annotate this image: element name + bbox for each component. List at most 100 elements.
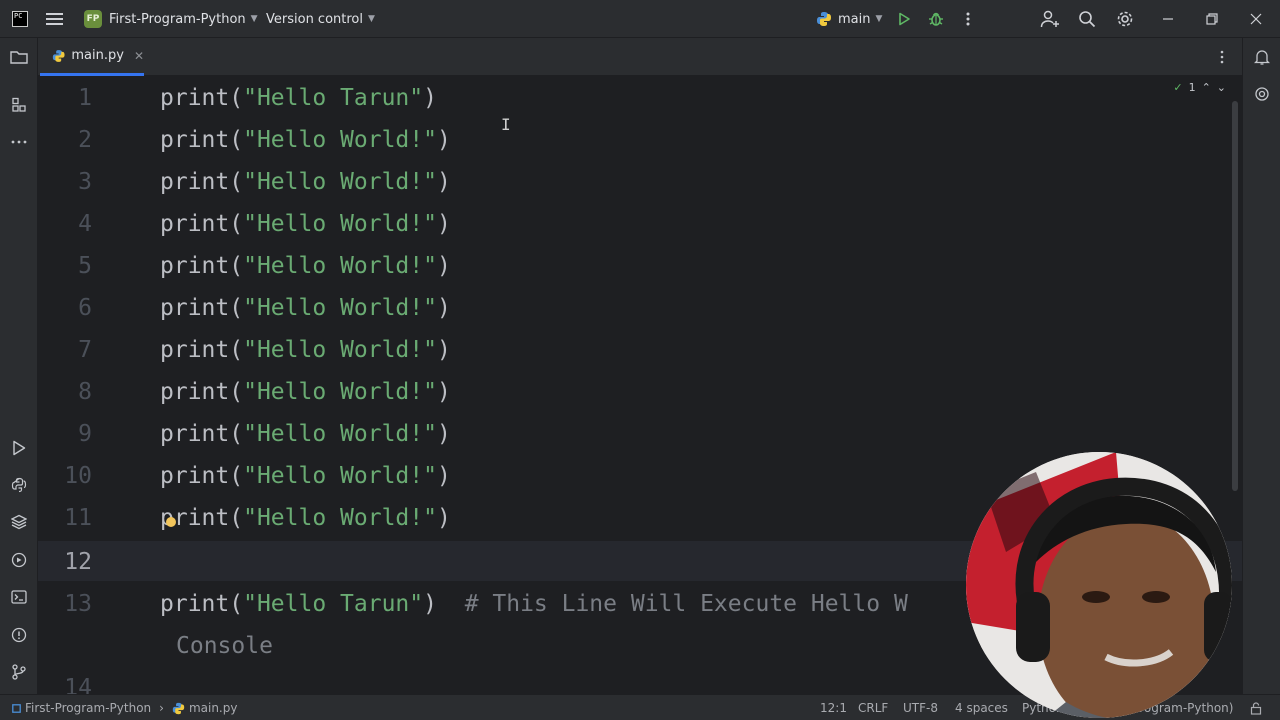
paren-close: ): [423, 591, 437, 617]
line-separator[interactable]: CRLF: [858, 695, 888, 720]
file-encoding[interactable]: UTF-8: [903, 695, 938, 720]
code-line[interactable]: 1 print("Hello Tarun"): [38, 77, 1242, 119]
code-line[interactable]: 6 print("Hello World!"): [38, 287, 1242, 329]
function-token: print: [160, 127, 230, 153]
terminal-icon[interactable]: [0, 582, 38, 612]
lock-icon[interactable]: [1250, 695, 1262, 720]
paren-close: ): [436, 337, 451, 363]
title-bar: PC FP First-Program-Python ▼ Version con…: [0, 0, 1280, 38]
paren-close: ): [436, 253, 451, 279]
python-file-icon: [52, 49, 65, 62]
python-console-icon[interactable]: [0, 470, 38, 500]
git-icon[interactable]: [0, 657, 38, 687]
problems-icon[interactable]: [0, 620, 38, 650]
paren-open: (: [229, 211, 244, 237]
code-line[interactable]: 7 print("Hello World!"): [38, 329, 1242, 371]
code-line[interactable]: 5 print("Hello World!"): [38, 245, 1242, 287]
paren-open: (: [229, 295, 244, 321]
project-name: First-Program-Python: [109, 11, 246, 27]
mouse-cursor-icon: I: [501, 115, 511, 134]
paren-close: ): [436, 463, 451, 489]
paren-open: (: [229, 127, 244, 153]
more-actions-icon[interactable]: [962, 0, 974, 38]
paren-open: (: [229, 591, 244, 617]
app-logo-icon[interactable]: PC: [12, 0, 28, 38]
version-control-menu[interactable]: Version control ▼: [266, 0, 375, 38]
tab-main-py[interactable]: main.py ✕: [40, 38, 144, 76]
code-text: print("Hello World!"): [160, 497, 451, 539]
add-user-icon[interactable]: [1040, 0, 1060, 38]
project-selector[interactable]: FP First-Program-Python ▼: [84, 0, 258, 38]
string-token: "Hello World!": [243, 463, 437, 489]
function-token: print: [160, 463, 230, 489]
code-line[interactable]: 9 print("Hello World!"): [38, 413, 1242, 455]
code-text: Console: [176, 625, 273, 667]
line-number: 10: [64, 463, 92, 489]
comment-token: Console: [176, 633, 273, 659]
code-line[interactable]: 3 print("Hello World!"): [38, 161, 1242, 203]
code-text: print("Hello World!"): [160, 455, 451, 497]
code-line[interactable]: 4 print("Hello World!"): [38, 203, 1242, 245]
run-tool-icon[interactable]: [0, 433, 38, 463]
function-token: print: [160, 169, 230, 195]
notifications-icon[interactable]: [1243, 42, 1280, 72]
tab-options-icon[interactable]: [1212, 38, 1232, 76]
code-text: print("Hello World!"): [160, 161, 451, 203]
paren-close: ): [436, 421, 451, 447]
paren-close: ): [436, 505, 451, 531]
string-token: "Hello World!": [243, 211, 437, 237]
line-number: 3: [78, 169, 92, 195]
version-control-label: Version control: [266, 11, 363, 27]
line-number: 6: [78, 295, 92, 321]
folder-icon[interactable]: [0, 42, 38, 72]
run-configuration-selector[interactable]: main ▼: [816, 0, 882, 38]
lightbulb-icon[interactable]: [166, 517, 176, 527]
close-icon[interactable]: [1250, 0, 1262, 38]
chevron-down-icon: ▼: [875, 14, 883, 24]
services-icon[interactable]: [0, 545, 38, 575]
breadcrumb: First-Program-Python › main.py: [12, 695, 237, 720]
code-text: print("Hello World!"): [160, 413, 451, 455]
main-menu-icon[interactable]: [46, 0, 64, 38]
more-tools-icon[interactable]: [0, 127, 38, 157]
line-number: 5: [78, 253, 92, 279]
close-tab-icon[interactable]: ✕: [134, 49, 144, 63]
vertical-scrollbar[interactable]: [1232, 101, 1238, 491]
debug-button[interactable]: [928, 0, 944, 38]
function-token: print: [160, 421, 230, 447]
line-number: 8: [78, 379, 92, 405]
caret-position[interactable]: 12:1: [820, 695, 847, 720]
line-number: 2: [78, 127, 92, 153]
paren-close: ): [436, 295, 451, 321]
ai-assistant-icon[interactable]: [1243, 79, 1280, 109]
code-line[interactable]: 8 print("Hello World!"): [38, 371, 1242, 413]
string-token: "Hello World!": [243, 421, 437, 447]
code-text: print("Hello World!"): [160, 203, 451, 245]
gear-icon[interactable]: [1116, 0, 1134, 38]
paren-close: ): [436, 169, 451, 195]
code-line[interactable]: 2 print("Hello World!"): [38, 119, 1242, 161]
breadcrumb-file[interactable]: main.py: [189, 701, 238, 715]
line-number: 7: [78, 337, 92, 363]
search-icon[interactable]: [1078, 0, 1096, 38]
structure-icon[interactable]: [0, 90, 38, 120]
breadcrumb-project[interactable]: First-Program-Python: [25, 701, 151, 715]
string-token: "Hello World!": [243, 169, 437, 195]
webcam-overlay: [966, 452, 1232, 718]
string-token: "Hello Tarun": [243, 591, 424, 617]
paren-open: (: [229, 505, 244, 531]
indent-setting[interactable]: 4 spaces: [955, 695, 1008, 720]
function-token: print: [160, 591, 230, 617]
line-number: 12: [64, 549, 92, 575]
layers-icon[interactable]: [0, 507, 38, 537]
line-number: 9: [78, 421, 92, 447]
function-token: print: [160, 211, 230, 237]
string-token: "Hello World!": [243, 337, 437, 363]
paren-open: (: [229, 463, 244, 489]
restore-icon[interactable]: [1206, 0, 1218, 38]
run-button[interactable]: [896, 0, 912, 38]
chevron-down-icon: ▼: [250, 14, 258, 24]
function-token: print: [160, 85, 230, 111]
code-text: print("Hello World!"): [160, 245, 451, 287]
minimize-icon[interactable]: [1162, 0, 1174, 38]
